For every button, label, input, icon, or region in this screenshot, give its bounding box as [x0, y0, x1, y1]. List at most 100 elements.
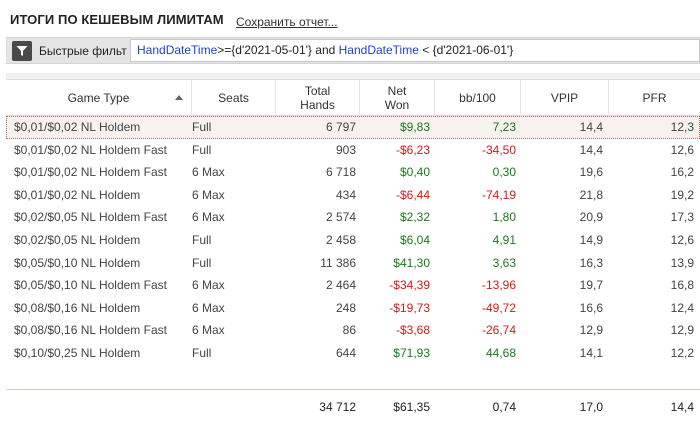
save-report-link[interactable]: Сохранить отчет... — [236, 15, 338, 29]
cell-net-won: $41,30 — [393, 255, 430, 270]
table-row[interactable]: $0,01/$0,02 NL Holdem Full 6 797 $9,83 7,23 1… — [6, 116, 700, 139]
table-row[interactable]: $0,10/$0,25 NL Holdem Full 644 $71,93 44,68 1… — [6, 342, 700, 365]
cell-vpip: 19,7 — [579, 278, 603, 293]
net-won-sum: $61,35 — [393, 400, 430, 414]
quick-filter-input[interactable]: HandDateTime>={d'2021-05-01'} and HandDa… — [130, 39, 700, 62]
header-total-hands[interactable]: Total Hands — [276, 80, 360, 116]
cell-net-won: $2,32 — [399, 210, 430, 225]
cell-game-type: $0,02/$0,05 NL Holdem Fast — [14, 210, 167, 225]
table-row[interactable]: $0,05/$0,10 NL Holdem Fast 6 Max 2 464 -$34… — [6, 274, 700, 297]
header-label: Net Won — [384, 84, 410, 112]
cell-pfr: 16,8 — [670, 278, 694, 293]
cell-total-hands: 11 386 — [320, 255, 356, 270]
cell-bb100: 0,30 — [492, 165, 516, 180]
cell-bb100: -26,74 — [481, 323, 516, 338]
cell-pfr: 17,3 — [670, 210, 694, 225]
header-label: Seats — [218, 91, 249, 105]
cell-seats: 6 Max — [192, 300, 225, 315]
filter-icon — [16, 46, 28, 56]
cell-net-won: -$6,44 — [395, 187, 430, 202]
header-net-won[interactable]: Net Won — [360, 80, 435, 116]
table-row[interactable]: $0,02/$0,05 NL Holdem Fast 6 Max 2 574 $2,3… — [6, 206, 700, 229]
cell-pfr: 12,2 — [670, 345, 694, 360]
cell-pfr: 13,9 — [670, 255, 694, 270]
page-title: ИТОГИ ПО КЕШЕВЫМ ЛИМИТАМ — [10, 12, 224, 27]
cell-vpip: 16,3 — [579, 255, 603, 270]
cell-game-type: $0,01/$0,02 NL Holdem Fast — [14, 165, 167, 180]
cell-game-type: $0,01/$0,02 NL Holdem — [14, 187, 141, 202]
cell-bb100: 3,63 — [492, 255, 516, 270]
table-body: $0,01/$0,02 NL Holdem Full 6 797 $9,83 7,23 1… — [6, 116, 700, 365]
cell-pfr: 12,4 — [670, 300, 694, 315]
cell-game-type: $0,08/$0,16 NL Holdem Fast — [14, 323, 167, 338]
cell-vpip: 14,4 — [579, 142, 603, 157]
cell-seats: Full — [192, 120, 212, 134]
header-vpip[interactable]: VPIP — [521, 80, 609, 116]
vpip-sum: 17,0 — [579, 400, 603, 414]
cell-net-won: -$19,73 — [389, 300, 430, 315]
cell-game-type: $0,05/$0,10 NL Holdem Fast — [14, 278, 167, 293]
cell-bb100: -49,72 — [481, 300, 516, 315]
cell-total-hands: 903 — [335, 142, 356, 157]
header-seats[interactable]: Seats — [192, 80, 276, 116]
filter-operator: < {d'2021-06-01'} — [418, 43, 514, 57]
cell-bb100: -13,96 — [481, 278, 516, 293]
cell-total-hands: 2 574 — [325, 210, 356, 225]
header-game-type[interactable]: Game Type — [6, 80, 192, 116]
cell-bb100: 4,91 — [492, 232, 516, 247]
cell-net-won: -$3,68 — [395, 323, 430, 338]
cell-net-won: $0,40 — [399, 165, 430, 180]
cell-net-won: $9,83 — [399, 120, 430, 134]
pfr-sum: 14,4 — [670, 400, 694, 414]
cell-vpip: 21,8 — [579, 187, 603, 202]
filter-field: HandDateTime — [338, 43, 419, 57]
cell-game-type: $0,02/$0,05 NL Holdem — [14, 232, 141, 247]
cell-vpip: 12,9 — [579, 323, 603, 338]
cell-pfr: 12,6 — [670, 142, 694, 157]
header-label: VPIP — [550, 91, 579, 105]
table-row[interactable]: $0,01/$0,02 NL Holdem Fast 6 Max 6 718 $0,4… — [6, 161, 700, 184]
cell-game-type: $0,01/$0,02 NL Holdem — [14, 120, 141, 134]
cell-total-hands: 2 464 — [325, 278, 356, 293]
filter-field: HandDateTime — [137, 43, 218, 57]
cell-game-type: $0,10/$0,25 NL Holdem — [14, 345, 141, 360]
bb100-sum: 0,74 — [492, 400, 516, 414]
table-row[interactable]: $0,05/$0,10 NL Holdem Full 11 386 $41,30 3,6… — [6, 252, 700, 275]
cell-total-hands: 248 — [335, 300, 356, 315]
cell-game-type: $0,01/$0,02 NL Holdem Fast — [14, 142, 167, 157]
report-header: ИТОГИ ПО КЕШЕВЫМ ЛИМИТАМ Сохранить отчет… — [0, 0, 700, 36]
cell-total-hands: 434 — [335, 187, 356, 202]
header-label: bb/100 — [459, 91, 496, 105]
cell-game-type: $0,08/$0,16 NL Holdem — [14, 300, 141, 315]
header-pfr[interactable]: PFR — [609, 80, 700, 116]
cell-game-type: $0,05/$0,10 NL Holdem — [14, 255, 141, 270]
cell-seats: 6 Max — [192, 165, 225, 180]
cell-seats: Full — [192, 255, 212, 270]
table-row[interactable]: $0,01/$0,02 NL Holdem 6 Max 434 -$6,44 -74,1… — [6, 184, 700, 207]
table-row[interactable]: $0,02/$0,05 NL Holdem Full 2 458 $6,04 4,91 1… — [6, 229, 700, 252]
cell-seats: Full — [192, 142, 212, 157]
cell-vpip: 14,1 — [579, 345, 603, 360]
sort-ascending-icon — [175, 95, 183, 100]
filter-button[interactable] — [12, 41, 32, 61]
cell-vpip: 16,6 — [579, 300, 603, 315]
cell-bb100: -34,50 — [481, 142, 516, 157]
cell-pfr: 19,2 — [670, 187, 694, 202]
cell-pfr: 12,6 — [670, 232, 694, 247]
table-row[interactable]: $0,08/$0,16 NL Holdem 6 Max 248 -$19,73 -49,… — [6, 297, 700, 320]
header-label: PFR — [642, 91, 667, 105]
quick-filter-label: Быстрые фильт — [39, 44, 127, 58]
cell-net-won: -$34,39 — [389, 278, 430, 293]
table-row[interactable]: $0,08/$0,16 NL Holdem Fast 6 Max 86 -$3,68 -… — [6, 319, 700, 342]
totals-row: 34 712 $61,35 0,74 17,0 14,4 — [6, 389, 700, 423]
cell-pfr: 16,2 — [670, 165, 694, 180]
header-label: Total Hands — [300, 84, 335, 112]
column-headers: Game Type Seats Total Hands Net Won bb/1… — [6, 80, 700, 116]
cell-bb100: 7,23 — [492, 120, 516, 134]
cell-total-hands: 86 — [342, 323, 356, 338]
cell-seats: Full — [192, 232, 212, 247]
cell-net-won: -$6,23 — [395, 142, 430, 157]
header-bb100[interactable]: bb/100 — [435, 80, 521, 116]
cell-total-hands: 644 — [335, 345, 356, 360]
table-row[interactable]: $0,01/$0,02 NL Holdem Fast Full 903 -$6,23 -… — [6, 139, 700, 162]
